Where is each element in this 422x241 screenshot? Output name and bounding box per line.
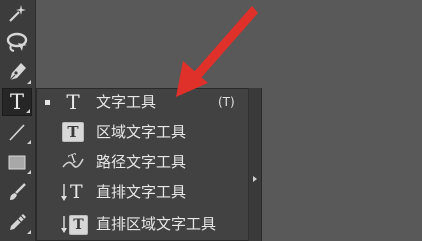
type-tool[interactable]: T xyxy=(2,88,32,116)
submenu-indicator xyxy=(26,109,30,113)
menu-item-label: 直排区域文字工具 xyxy=(96,215,217,233)
magic-wand-icon xyxy=(9,5,26,22)
pen-icon xyxy=(9,63,26,81)
submenu-indicator xyxy=(27,80,31,84)
lasso-icon xyxy=(6,32,28,52)
magic-wand-tool[interactable] xyxy=(2,0,32,28)
selected-bullet-icon xyxy=(45,100,50,105)
tools-panel: T xyxy=(0,0,36,241)
pencil-icon xyxy=(10,214,26,230)
menu-item-vertical-area-type-tool[interactable]: T 直排区域文字工具 xyxy=(36,209,248,239)
paintbrush-icon xyxy=(10,183,26,200)
lasso-tool[interactable] xyxy=(2,28,32,56)
submenu-indicator xyxy=(27,170,31,174)
submenu-indicator xyxy=(27,230,31,234)
vertical-type-icon: T xyxy=(60,181,86,203)
tearoff-strip[interactable] xyxy=(248,88,262,241)
vertical-area-type-icon: T xyxy=(60,213,88,235)
menu-item-label: 文字工具 xyxy=(96,93,157,111)
tearoff-arrow-icon xyxy=(253,176,257,182)
menu-item-label: 区域文字工具 xyxy=(96,123,187,141)
menu-item-vertical-type-tool[interactable]: T 直排文字工具 xyxy=(36,177,248,207)
pen-tool[interactable] xyxy=(2,58,32,86)
svg-text:T: T xyxy=(67,151,79,167)
paintbrush-tool[interactable] xyxy=(2,178,32,206)
menu-item-label: 直排文字工具 xyxy=(96,183,187,201)
menu-item-area-type-tool[interactable]: T 区域文字工具 xyxy=(36,117,248,147)
area-type-icon: T xyxy=(60,121,86,143)
type-icon: T xyxy=(66,90,80,114)
line-segment-tool[interactable] xyxy=(2,118,32,146)
menu-item-label: 路径文字工具 xyxy=(96,153,187,171)
menu-item-type-on-path-tool[interactable]: T 路径文字工具 xyxy=(36,147,248,177)
type-tool-icon: T xyxy=(9,90,24,114)
menu-item-shortcut: (T) xyxy=(218,95,235,109)
rectangle-icon xyxy=(8,155,26,170)
type-on-path-icon: T xyxy=(60,151,86,173)
rectangle-tool[interactable] xyxy=(2,148,32,176)
submenu-indicator xyxy=(27,140,31,144)
annotation-arrow-shaft xyxy=(194,6,258,78)
line-segment-icon xyxy=(9,124,25,141)
menu-item-type-tool[interactable]: T 文字工具 (T) xyxy=(36,87,248,117)
pencil-tool[interactable] xyxy=(2,208,32,236)
